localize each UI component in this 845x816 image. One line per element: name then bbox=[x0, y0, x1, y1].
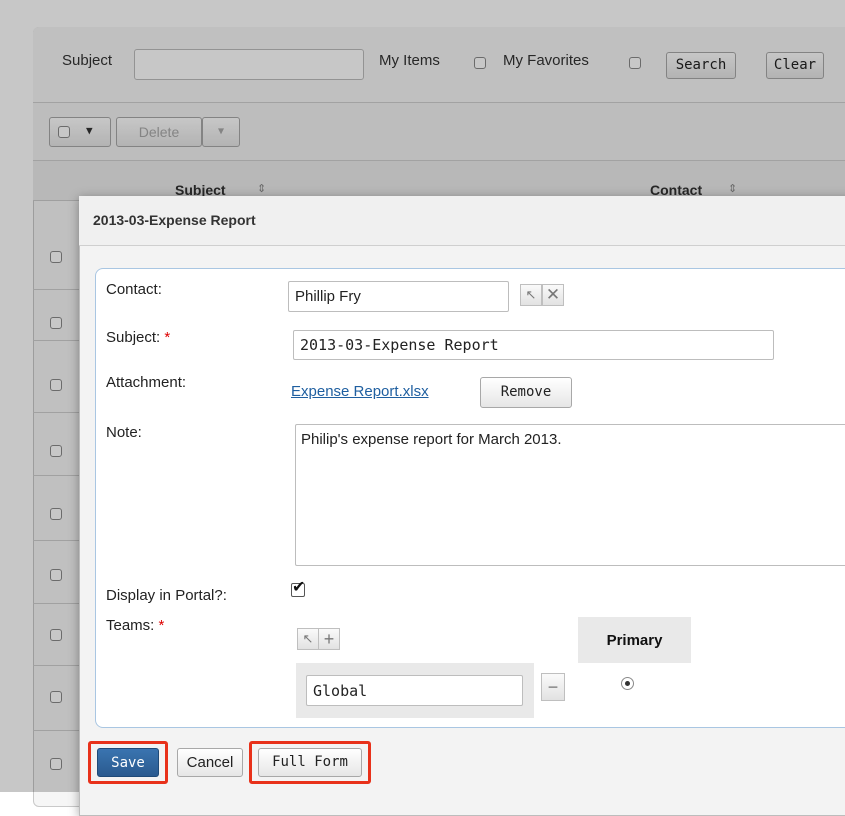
display-in-portal-checkbox[interactable]: ✔ bbox=[291, 579, 306, 597]
contact-label: Contact: bbox=[106, 281, 162, 298]
add-team-button[interactable]: + bbox=[318, 628, 340, 650]
subject-input[interactable]: 2013-03-Expense Report bbox=[293, 330, 774, 360]
select-team-button[interactable]: ↖ bbox=[297, 628, 319, 650]
teams-label: Teams: * bbox=[106, 617, 164, 634]
remove-attachment-button[interactable]: Remove bbox=[480, 377, 572, 408]
attachment-label: Attachment: bbox=[106, 374, 187, 391]
cursor-arrow-icon: ↖ bbox=[302, 631, 314, 646]
select-contact-button[interactable]: ↖ bbox=[520, 284, 542, 306]
note-label: Note: bbox=[106, 424, 142, 441]
primary-team-radio[interactable] bbox=[621, 677, 634, 690]
modal-title: 2013-03-Expense Report bbox=[93, 212, 256, 228]
portal-label: Display in Portal?: bbox=[106, 587, 227, 604]
plus-icon: + bbox=[323, 628, 335, 649]
team-name-input[interactable]: Global bbox=[306, 675, 523, 706]
cursor-arrow-icon: ↖ bbox=[525, 287, 537, 302]
clear-contact-button[interactable]: ✕ bbox=[542, 284, 564, 306]
attachment-link[interactable]: Expense Report.xlsx bbox=[291, 383, 429, 400]
checkmark-icon: ✔ bbox=[292, 579, 306, 596]
full-form-button[interactable]: Full Form bbox=[258, 748, 362, 777]
note-textarea[interactable]: Philip's expense report for March 2013. bbox=[295, 424, 845, 566]
subject-label: Subject: * bbox=[106, 329, 170, 346]
subject-label-text: Subject: bbox=[106, 329, 161, 346]
remove-team-button[interactable]: − bbox=[541, 673, 565, 701]
cancel-button[interactable]: Cancel bbox=[177, 748, 243, 777]
save-button[interactable]: Save bbox=[97, 748, 159, 777]
primary-column-header: Primary bbox=[578, 617, 691, 663]
required-marker: * bbox=[158, 617, 165, 634]
radio-selected-dot bbox=[625, 681, 630, 686]
minus-icon: − bbox=[547, 676, 559, 697]
teams-label-text: Teams: bbox=[106, 617, 155, 634]
contact-input[interactable]: Phillip Fry bbox=[288, 281, 509, 312]
close-icon: ✕ bbox=[545, 285, 561, 304]
required-marker: * bbox=[164, 329, 171, 346]
